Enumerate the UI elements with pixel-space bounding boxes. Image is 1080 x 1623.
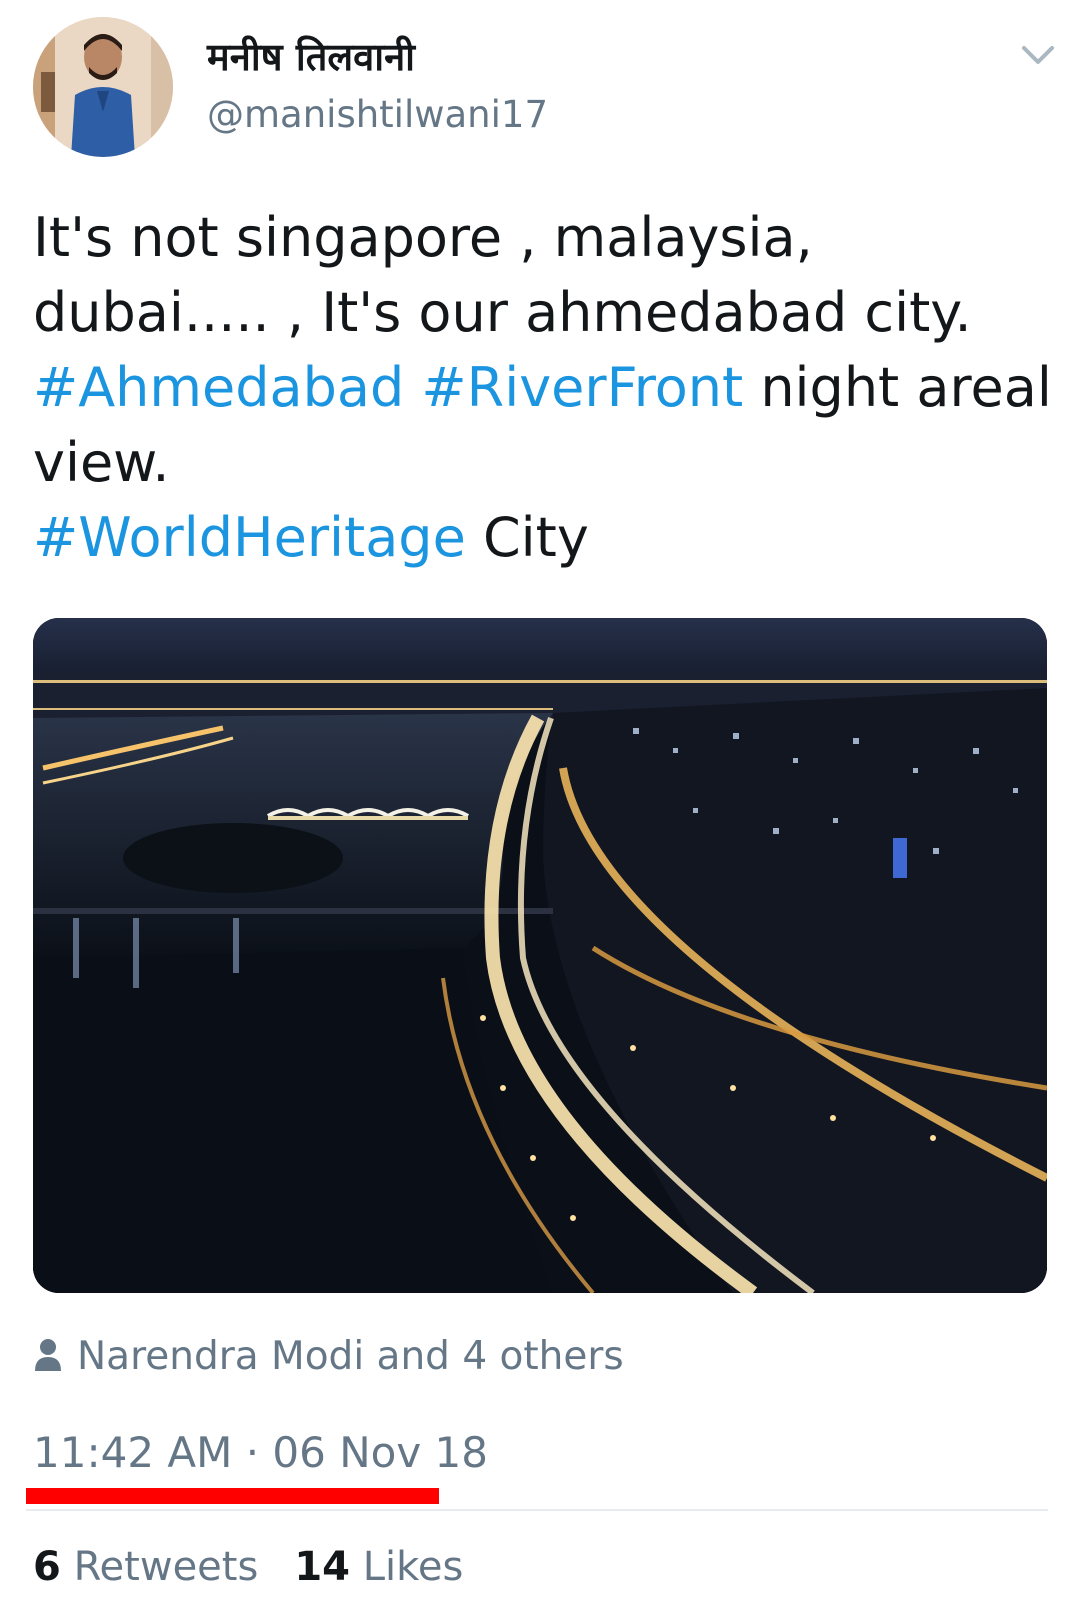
hashtag-worldheritage[interactable]: #WorldHeritage <box>33 506 466 569</box>
liked-by-text: Narendra Modi and 4 others <box>77 1334 624 1379</box>
retweets-stat[interactable]: 6 Retweets <box>33 1544 258 1590</box>
display-name[interactable]: मनीष तिलवानी <box>207 30 415 82</box>
engagement-stats: 6 Retweets 14 Likes <box>33 1544 463 1590</box>
tweet-line-5: #WorldHeritage City <box>33 500 1043 575</box>
tweet-text: It's not singapore , malaysia, dubai....… <box>33 200 1052 575</box>
chevron-down-icon[interactable] <box>1018 40 1058 70</box>
hashtag-ahmedabad[interactable]: #Ahmedabad <box>33 356 404 419</box>
divider <box>26 1509 1048 1511</box>
avatar[interactable] <box>33 17 173 157</box>
likes-stat[interactable]: 14 Likes <box>294 1544 463 1590</box>
tweet-line-1: It's not singapore , malaysia, <box>33 206 813 269</box>
tweet-line-4: view. <box>33 431 170 494</box>
liked-by[interactable]: Narendra Modi and 4 others <box>33 1334 624 1384</box>
retweets-count: 6 <box>33 1544 61 1590</box>
likes-label: Likes <box>362 1544 464 1590</box>
retweets-label: Retweets <box>73 1544 259 1590</box>
tweet-header: मनीष तिलवानी @manishtilwani17 <box>0 0 1080 170</box>
tweet-line-3-text: night areal <box>760 356 1052 419</box>
hashtag-riverfront[interactable]: #RiverFront <box>421 356 743 419</box>
tweet-line-5-text: City <box>482 506 589 569</box>
user-handle[interactable]: @manishtilwani17 <box>207 93 548 136</box>
person-icon <box>33 1337 63 1373</box>
tweet-line-2: dubai..... , It's our ahmedabad city. <box>33 281 972 344</box>
tweet-photo[interactable] <box>33 618 1047 1293</box>
annotation-underline <box>26 1488 439 1504</box>
tweet-timestamp: 11:42 AM · 06 Nov 18 <box>33 1428 488 1477</box>
likes-count: 14 <box>294 1544 350 1590</box>
tweet-line-3: #Ahmedabad #RiverFront night areal <box>33 350 1052 425</box>
